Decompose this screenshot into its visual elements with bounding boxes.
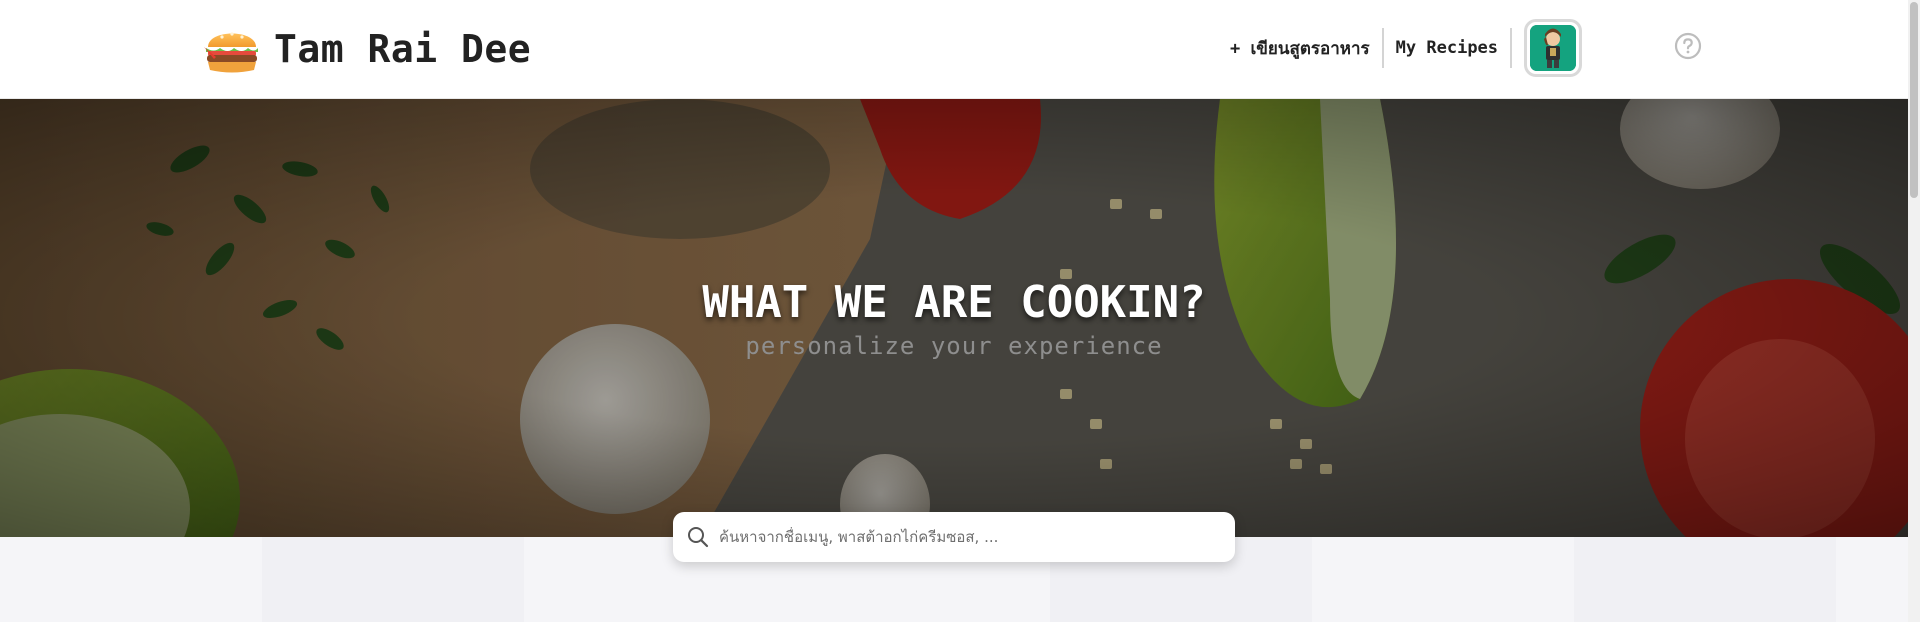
user-avatar-icon	[1530, 25, 1577, 71]
question-circle-icon[interactable]	[1674, 32, 1702, 60]
hero-title: WHAT WE ARE COOKIN?	[702, 277, 1206, 328]
nav-actions: + เขียนสูตรอาหาร My Recipes	[1218, 19, 1583, 77]
brand-name: Tam Rai Dee	[274, 27, 532, 71]
background-panel	[262, 537, 524, 622]
search-icon	[688, 527, 709, 548]
avatar	[1530, 25, 1577, 71]
scrollbar-thumb[interactable]	[1910, 2, 1918, 198]
brand[interactable]: Tam Rai Dee	[200, 14, 531, 84]
hamburger-icon	[204, 32, 258, 73]
hero-subtitle: personalize your experience	[745, 332, 1163, 360]
hero-banner: WHAT WE ARE COOKIN? personalize your exp…	[0, 99, 1908, 537]
write-recipe-link[interactable]: + เขียนสูตรอาหาร	[1218, 35, 1382, 62]
nav-divider	[1510, 28, 1513, 68]
search-input[interactable]	[717, 527, 1221, 547]
page-scrollbar[interactable]	[1908, 0, 1920, 622]
background-panel	[1574, 537, 1836, 622]
my-recipes-link[interactable]: My Recipes	[1384, 38, 1510, 58]
avatar-button[interactable]	[1524, 19, 1583, 77]
top-navbar: Tam Rai Dee + เขียนสูตรอาหาร My Recipes	[0, 0, 1908, 99]
search-bar[interactable]	[673, 512, 1235, 562]
